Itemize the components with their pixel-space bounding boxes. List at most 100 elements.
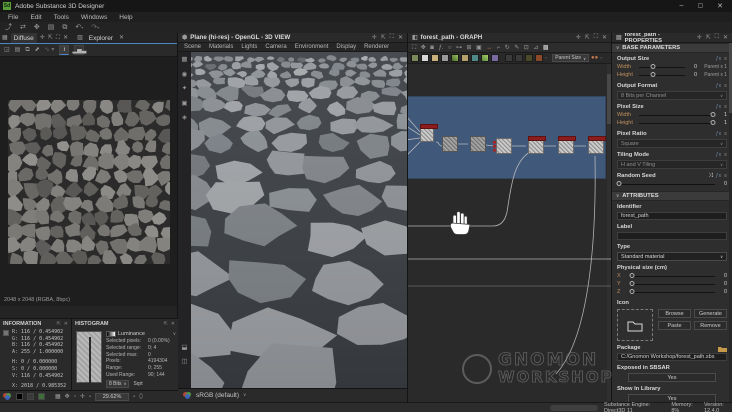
3d-viewport[interactable]: ▦ ◉ ✦ ▣ ◈ ⬓ ◫ bbox=[178, 52, 407, 388]
graph-node[interactable] bbox=[470, 136, 486, 152]
reset-icon[interactable]: ≡ bbox=[724, 104, 727, 110]
menu-scene[interactable]: Scene bbox=[184, 44, 201, 50]
node-pin-icon[interactable] bbox=[535, 54, 543, 62]
save-image-icon[interactable]: ▤ bbox=[15, 47, 21, 53]
black-swatch-icon[interactable] bbox=[16, 393, 23, 400]
open-folder-icon[interactable] bbox=[718, 345, 727, 352]
pin-icon[interactable]: ✛ bbox=[576, 34, 581, 41]
generate-button[interactable]: Generate bbox=[694, 309, 727, 318]
move-icon[interactable]: ✥ bbox=[421, 45, 426, 51]
close-icon[interactable]: ✕ bbox=[723, 34, 728, 41]
close-icon[interactable]: ✕ bbox=[602, 34, 607, 41]
float-icon[interactable]: ⇱ bbox=[164, 321, 168, 327]
icon-preview-dropzone[interactable] bbox=[617, 309, 653, 341]
menu-help[interactable]: Help bbox=[119, 14, 132, 21]
compare-icon[interactable]: ∿ ▾ bbox=[45, 47, 55, 53]
node-type-normal-icon[interactable] bbox=[481, 54, 489, 62]
node-align-icon[interactable]: ⊞ bbox=[467, 45, 472, 51]
graph-node[interactable] bbox=[493, 138, 512, 154]
texture-preview-image[interactable] bbox=[8, 100, 170, 264]
search-icon[interactable]: ○‍ bbox=[448, 45, 452, 51]
menu-renderer[interactable]: Renderer bbox=[364, 44, 389, 50]
menu-display[interactable]: Display bbox=[336, 44, 356, 50]
close-icon[interactable]: ✕ bbox=[398, 34, 403, 41]
physical-x-slider[interactable]: X 0 bbox=[617, 272, 727, 280]
material-icon[interactable]: ◈ bbox=[182, 114, 187, 122]
maximize-panel-icon[interactable]: ⛶ bbox=[594, 34, 598, 41]
function-icon[interactable]: ƒ. bbox=[438, 45, 443, 51]
snapshot-icon[interactable]: ⬓ bbox=[181, 344, 187, 352]
duplicate-icon[interactable]: ⧉ bbox=[62, 24, 67, 31]
redo-icon[interactable]: ↷▾ bbox=[91, 24, 99, 31]
float-icon[interactable]: ⇱ bbox=[585, 34, 590, 41]
zoom-out-icon[interactable]: ▪ bbox=[89, 394, 91, 400]
link-tool-icon[interactable]: ⤴ bbox=[5, 24, 12, 31]
physical-z-slider[interactable]: Z 0 bbox=[617, 288, 727, 296]
identifier-field[interactable]: forest_path bbox=[617, 212, 727, 220]
node-type-gradient-icon[interactable] bbox=[451, 54, 459, 62]
function-icon[interactable]: ƒx bbox=[716, 56, 721, 62]
tile-mode-icon[interactable] bbox=[38, 393, 45, 400]
information-toggle-button[interactable]: i bbox=[59, 45, 70, 55]
graph-canvas[interactable] bbox=[408, 64, 611, 401]
link-color-icon[interactable]: ↔ bbox=[486, 45, 492, 51]
node-type-curve-icon[interactable] bbox=[461, 54, 469, 62]
section-base-parameters[interactable]: ∨ BASE PARAMETERS bbox=[612, 43, 732, 53]
node-type-blend-icon[interactable] bbox=[441, 54, 449, 62]
minimize-button[interactable]: – bbox=[680, 2, 684, 10]
menu-edit[interactable]: Edit bbox=[30, 14, 41, 21]
export-icon[interactable]: ⬈ bbox=[35, 47, 40, 53]
function-icon[interactable]: ƒx bbox=[716, 152, 721, 158]
center-view-icon[interactable]: ✛ bbox=[80, 394, 85, 400]
browse-button[interactable]: Browse bbox=[658, 309, 691, 318]
fit-view-icon[interactable]: ◲ bbox=[4, 47, 10, 53]
output-format-select[interactable]: 8 Bits per Channel ∨ bbox=[617, 91, 727, 100]
grid-toggle-icon[interactable]: ▦ bbox=[55, 394, 61, 400]
gray-swatch-icon[interactable] bbox=[27, 393, 34, 400]
remove-button[interactable]: Remove bbox=[694, 321, 727, 330]
menu-tools[interactable]: Tools bbox=[54, 14, 69, 21]
histogram-toggle-button[interactable]: ▂▅▃ bbox=[72, 45, 86, 55]
channel-select[interactable]: Luminance bbox=[118, 331, 145, 337]
pixel-grid-icon[interactable]: ▫ bbox=[74, 394, 76, 400]
float-icon[interactable]: ⇱ bbox=[48, 35, 53, 41]
bits-select[interactable]: 8 Bits ∨ bbox=[106, 379, 130, 388]
undo-icon[interactable]: ↶▾ bbox=[75, 24, 83, 31]
section-attributes[interactable]: ∨ ATTRIBUTES bbox=[612, 191, 732, 201]
reset-icon[interactable]: ≡ bbox=[724, 83, 727, 89]
menu-windows[interactable]: Windows bbox=[81, 14, 107, 21]
function-icon[interactable]: ƒx bbox=[716, 104, 721, 110]
close-icon[interactable]: ✕ bbox=[171, 321, 175, 327]
reset-icon[interactable]: ≡ bbox=[724, 131, 727, 137]
function-icon[interactable]: ƒx bbox=[716, 173, 721, 179]
pan-tool-icon[interactable]: ✥ bbox=[65, 394, 70, 400]
physical-y-slider[interactable]: Y 0 bbox=[617, 280, 727, 288]
swap-tool-icon[interactable]: ⇄ bbox=[20, 24, 26, 31]
node-comment-icon[interactable] bbox=[525, 54, 533, 62]
graph-size-select[interactable]: Parent Size ∨ bbox=[552, 54, 590, 62]
float-icon[interactable]: ⇱ bbox=[706, 34, 711, 41]
pen-icon[interactable]: ✎ bbox=[514, 45, 519, 51]
pixel-ratio-select[interactable]: Square ∨ bbox=[617, 139, 727, 148]
cut-links-icon[interactable]: ⊶ bbox=[456, 45, 462, 51]
rgb-channels-icon[interactable] bbox=[3, 393, 12, 400]
node-type-image-icon[interactable] bbox=[411, 54, 419, 62]
type-select[interactable]: Standard material ∨ bbox=[617, 252, 727, 261]
close-explorer-icon[interactable]: ✕ bbox=[119, 35, 124, 41]
menu-camera[interactable]: Camera bbox=[265, 44, 286, 50]
function-icon[interactable]: ƒx bbox=[716, 83, 721, 89]
maximize-button[interactable]: ▢ bbox=[697, 2, 703, 10]
tab-explorer[interactable]: Explorer bbox=[86, 33, 116, 43]
close-button[interactable]: ✕ bbox=[717, 2, 723, 10]
refresh-icon[interactable]: ↻ bbox=[505, 45, 510, 51]
graph-node[interactable] bbox=[558, 136, 576, 154]
maximize-panel-icon[interactable]: ⛶ bbox=[56, 35, 60, 41]
close-icon[interactable]: ✕ bbox=[64, 321, 68, 327]
node-frame-icon[interactable] bbox=[515, 54, 523, 62]
resolution-icon[interactable]: ●● bbox=[591, 55, 598, 61]
display-mode-icon[interactable]: ▦ bbox=[181, 56, 187, 64]
node-type-grayscale-icon[interactable] bbox=[421, 54, 429, 62]
open-file-icon[interactable]: ▤ bbox=[48, 24, 55, 31]
exposed-toggle-button[interactable]: Yes bbox=[628, 373, 716, 382]
random-seed-slider[interactable]: 0 bbox=[616, 180, 727, 188]
